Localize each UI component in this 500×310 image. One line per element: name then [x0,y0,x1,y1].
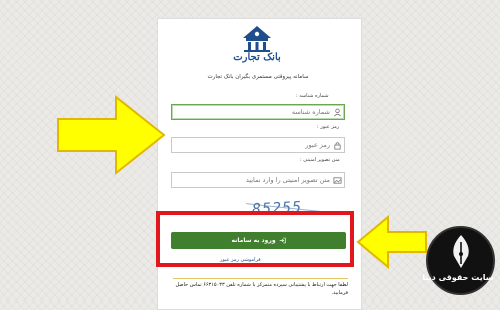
watermark-brand-text: سایت حقوقی دینا [422,273,494,282]
image-icon [333,177,342,184]
username-field-wrapper [171,104,345,120]
lock-icon [334,142,341,150]
password-label: رمز عبور : [317,124,340,130]
arrow-right-icon [57,95,166,175]
forgot-password-link[interactable]: فراموشی رمز عبور [220,257,261,263]
captcha-label: متن تصویر امنیتی : [300,157,340,163]
password-input[interactable] [174,139,330,151]
page-subtitle: سامانه پیروقتی مستمری بگیران بانک تجارت [207,74,309,80]
fountain-pen-icon [453,235,469,268]
username-label: شماره شناسه : [296,93,329,99]
captcha-input[interactable] [174,174,330,186]
support-notice: لطفا جهت ارتباط با پشتیبانی سپرده متمرکز… [173,278,348,297]
bank-logo-text: بانک تجارت [233,52,281,63]
password-field-wrapper [171,137,345,153]
captcha-field-wrapper [171,172,345,188]
watermark-logo [426,226,495,295]
arrow-left-icon [356,215,427,269]
bank-logo-icon [243,26,271,52]
username-input[interactable] [174,106,330,118]
user-icon [334,108,341,117]
